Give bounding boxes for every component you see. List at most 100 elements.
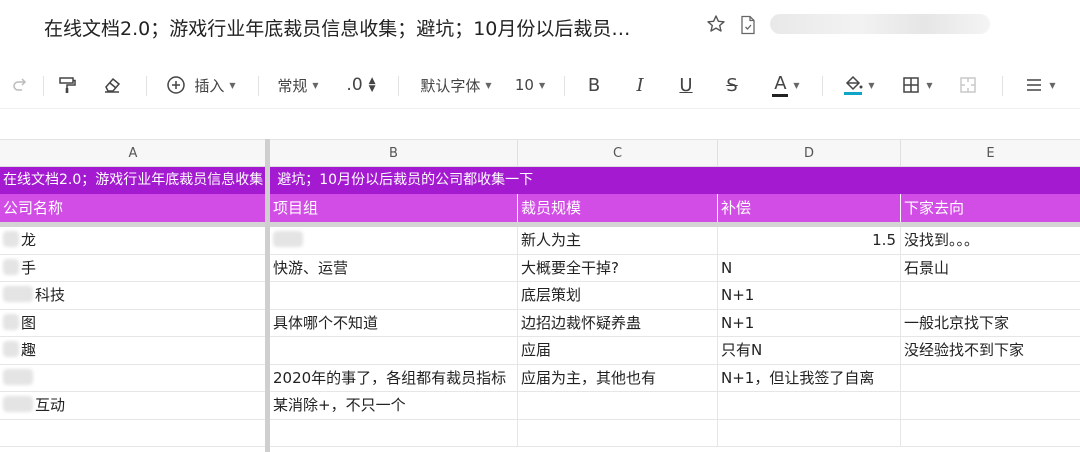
cell-destination[interactable]: 没经验找不到下家 <box>901 337 1080 364</box>
cell-compensation[interactable] <box>718 392 901 419</box>
cell-scale[interactable]: 新人为主 <box>518 227 718 254</box>
cell-compensation[interactable]: N+1，但让我签了自离 <box>718 364 901 392</box>
column-header-c[interactable]: C <box>518 140 718 167</box>
toolbar-divider <box>43 76 44 96</box>
clear-format-eraser-icon[interactable] <box>99 62 125 108</box>
cell-scale[interactable]: 边招边裁怀疑养蛊 <box>518 309 718 337</box>
cell-scale[interactable]: 应届 <box>518 337 718 364</box>
cell-company-text: 趣 <box>21 341 37 359</box>
italic-button[interactable]: I <box>628 62 652 108</box>
cell-scale[interactable]: 底层策划 <box>518 282 718 309</box>
toolbar: 插入 ▼ 常规 ▼ .0 ▲▼ 默认字体 ▼ 10 ▼ B I U S A ▼ <box>0 62 1080 108</box>
document-status-icon[interactable] <box>739 15 757 35</box>
cell-project[interactable] <box>270 227 518 254</box>
toolbar-divider <box>822 76 823 96</box>
cell-project[interactable] <box>270 419 518 447</box>
cell-destination[interactable] <box>901 365 1080 392</box>
cell-compensation[interactable]: N+1 <box>718 309 901 337</box>
font-family-label: 默认字体 <box>420 76 481 95</box>
cell-project[interactable]: 快游、运营 <box>270 254 518 282</box>
cell-company[interactable]: 手 <box>0 254 267 282</box>
cell-compensation[interactable] <box>718 419 901 447</box>
table-row: 互动 某消除+，不只一个 <box>0 392 1080 420</box>
number-format-label: 常规 <box>277 76 308 95</box>
cell-company[interactable]: 科技 <box>0 282 267 309</box>
cell-company[interactable]: 图 <box>0 309 267 337</box>
merge-cells-icon[interactable] <box>955 62 981 108</box>
align-menu[interactable]: ▼ <box>1020 62 1060 108</box>
cell-destination[interactable] <box>901 392 1080 419</box>
cell-company-text: 互动 <box>35 396 66 414</box>
cell-scale[interactable]: 大概要全干掉? <box>518 254 718 282</box>
frozen-column-divider[interactable] <box>265 139 270 452</box>
cell-destination[interactable]: 石景山 <box>901 255 1080 282</box>
underline-label: U <box>679 74 693 96</box>
insert-label: 插入 <box>194 76 225 95</box>
table-row: 趣 应届 只有N 没经验找不到下家 <box>0 337 1080 365</box>
header-company-name[interactable]: 公司名称 <box>0 194 267 222</box>
toolbar-divider <box>146 76 147 96</box>
cell-destination[interactable] <box>901 282 1080 309</box>
cell-company[interactable]: 互动 <box>0 392 267 419</box>
collaborators-avatar-group <box>770 14 990 34</box>
number-format-select[interactable]: 常规 ▼ <box>272 62 324 108</box>
chevron-down-icon: ▼ <box>926 80 933 90</box>
table-row: 龙 新人为主 1.5 没找到。。。 <box>0 227 1080 255</box>
fill-color-button[interactable]: ▼ <box>838 62 880 108</box>
document-title[interactable]: 在线文档2.0；游戏行业年底裁员信息收集；避坑；10月份以后裁员… <box>44 14 630 41</box>
font-size-select[interactable]: 10 ▼ <box>510 62 550 108</box>
cell-scale[interactable] <box>518 419 718 447</box>
cell-project[interactable] <box>270 337 518 364</box>
table-row: 2020年的事了，各组都有裁员指标 应届为主，其他也有 N+1，但让我签了自离 <box>0 364 1080 392</box>
strikethrough-button[interactable]: S <box>720 62 744 108</box>
paint-bucket-icon <box>846 75 863 91</box>
bold-button[interactable]: B <box>582 62 606 108</box>
toolbar-divider <box>564 76 565 96</box>
merged-title-cell[interactable]: 在线文档2.0；游戏行业年底裁员信息收集；避坑；10月份以后裁员的公司都收集一下 <box>0 167 1080 194</box>
insert-menu[interactable]: 插入 ▼ <box>163 62 239 108</box>
table-row: 科技 底层策划 N+1 <box>0 282 1080 310</box>
cell-project[interactable]: 具体哪个不知道 <box>270 309 518 337</box>
cell-destination[interactable]: 一般北京找下家 <box>901 310 1080 337</box>
cell-compensation[interactable]: N+1 <box>718 282 901 309</box>
cell-scale[interactable] <box>518 392 718 419</box>
cell-company[interactable]: 趣 <box>0 337 267 364</box>
cell-project[interactable]: 2020年的事了，各组都有裁员指标 <box>270 364 518 392</box>
chevron-down-icon: ▼ <box>538 80 546 90</box>
chevron-down-icon: ▼ <box>312 80 319 90</box>
cell-compensation[interactable]: N <box>718 254 901 282</box>
cell-destination[interactable]: 没找到。。。 <box>901 227 1080 254</box>
header-next-destination[interactable]: 下家去向 <box>901 194 1080 222</box>
table-row <box>0 419 1080 447</box>
column-header-e[interactable]: E <box>901 140 1080 167</box>
cell-project[interactable] <box>270 282 518 309</box>
fill-color-swatch <box>844 92 863 95</box>
table-row: 手 快游、运营 大概要全干掉? N 石景山 <box>0 254 1080 282</box>
borders-button[interactable]: ▼ <box>896 62 938 108</box>
header-project-team[interactable]: 项目组 <box>270 194 518 222</box>
cell-project[interactable]: 某消除+，不只一个 <box>270 392 518 419</box>
cell-company[interactable]: 龙 <box>0 227 267 254</box>
cell-company[interactable] <box>0 364 267 392</box>
header-compensation[interactable]: 补偿 <box>718 194 901 222</box>
cell-compensation[interactable]: 只有N <box>718 337 901 364</box>
decimal-places-control[interactable]: .0 ▲ ▼ <box>340 62 382 108</box>
font-color-swatch <box>772 93 789 97</box>
font-color-button[interactable]: A ▼ <box>766 62 806 108</box>
redacted-blur <box>3 231 19 247</box>
column-header-a[interactable]: A <box>0 140 267 167</box>
underline-button[interactable]: U <box>674 62 698 108</box>
cell-company[interactable] <box>0 419 267 447</box>
cell-compensation[interactable]: 1.5 <box>718 227 901 254</box>
font-family-select[interactable]: 默认字体 ▼ <box>414 62 498 108</box>
column-header-b[interactable]: B <box>270 140 518 167</box>
title-bar: 在线文档2.0；游戏行业年底裁员信息收集；避坑；10月份以后裁员… <box>0 0 1080 54</box>
star-icon[interactable] <box>706 14 726 34</box>
column-header-d[interactable]: D <box>718 140 901 167</box>
redacted-blur <box>3 258 19 275</box>
redo-icon[interactable] <box>8 62 32 108</box>
cell-destination[interactable] <box>901 420 1080 447</box>
header-layoff-scale[interactable]: 裁员规模 <box>518 194 718 222</box>
cell-scale[interactable]: 应届为主，其他也有 <box>518 364 718 392</box>
format-painter-icon[interactable] <box>54 62 80 108</box>
